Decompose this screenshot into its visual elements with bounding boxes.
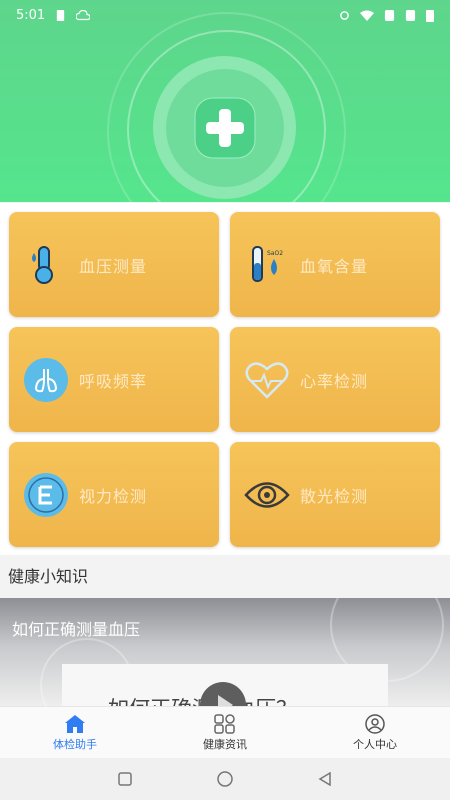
card-respiration[interactable]: 呼吸频率 (9, 327, 219, 432)
app-logo (153, 56, 296, 199)
person-icon (365, 714, 385, 734)
section-title: 健康小知识 (0, 556, 450, 598)
eye-chart-icon (24, 472, 68, 517)
card-label: 散光检测 (300, 486, 369, 506)
svg-text:SaO2: SaO2 (267, 250, 283, 257)
alarm-icon (340, 10, 349, 20)
feature-grid: 血压测量 SaO2 血氧含量 呼吸频率 心率检测 视力检测 散光检测 (0, 203, 450, 555)
signal-icon (384, 9, 395, 21)
heart-pulse-icon (245, 361, 289, 399)
cloud-icon (76, 9, 91, 20)
card-astigmatism[interactable]: 散光检测 (230, 442, 440, 547)
play-button[interactable] (200, 682, 246, 706)
thermometer-drop-icon (32, 245, 53, 284)
recents-button[interactable] (115, 769, 135, 789)
back-button[interactable] (315, 769, 335, 789)
signal-icon (405, 9, 416, 21)
card-label: 血压测量 (79, 256, 148, 276)
card-label: 血氧含量 (300, 256, 369, 276)
card-heart-rate[interactable]: 心率检测 (230, 327, 440, 432)
card-label: 视力检测 (79, 486, 148, 506)
sim-card-icon (57, 9, 65, 21)
medical-cross-icon (194, 97, 255, 158)
status-time: 5:01 (16, 7, 46, 23)
home-icon (65, 715, 85, 733)
tab-checkup-assistant[interactable]: 体检助手 (0, 707, 150, 759)
square-icon (118, 772, 132, 786)
lungs-icon (24, 357, 68, 402)
tab-label: 体检助手 (53, 738, 97, 751)
header-banner (0, 0, 450, 202)
tab-label: 个人中心 (353, 738, 397, 751)
play-icon (218, 695, 233, 706)
eye-icon (244, 481, 290, 508)
card-label: 心率检测 (300, 371, 369, 391)
tab-personal-center[interactable]: 个人中心 (300, 707, 450, 759)
article-title: 如何正确测量血压 (12, 620, 141, 639)
system-nav-bar (0, 758, 450, 800)
card-label: 呼吸频率 (79, 371, 148, 391)
bottom-tab-bar: 体检助手 健康资讯 个人中心 (0, 706, 450, 759)
test-tube-drop-icon: SaO2 (252, 245, 283, 282)
grid-icon (214, 714, 235, 734)
tab-health-news[interactable]: 健康资讯 (150, 707, 300, 759)
card-vision[interactable]: 视力检测 (9, 442, 219, 547)
card-blood-oxygen[interactable]: SaO2 血氧含量 (230, 212, 440, 317)
home-button[interactable] (215, 769, 235, 789)
circle-icon (217, 771, 233, 787)
back-triangle-icon (318, 772, 331, 786)
card-blood-pressure[interactable]: 血压测量 (9, 212, 219, 317)
tab-label: 健康资讯 (203, 738, 247, 751)
battery-icon (426, 9, 434, 22)
article-card[interactable]: 如何正确测量血压 如何正确测量血压？ (0, 598, 450, 706)
status-bar: 5:01 (0, 0, 450, 30)
wifi-icon (360, 10, 374, 21)
